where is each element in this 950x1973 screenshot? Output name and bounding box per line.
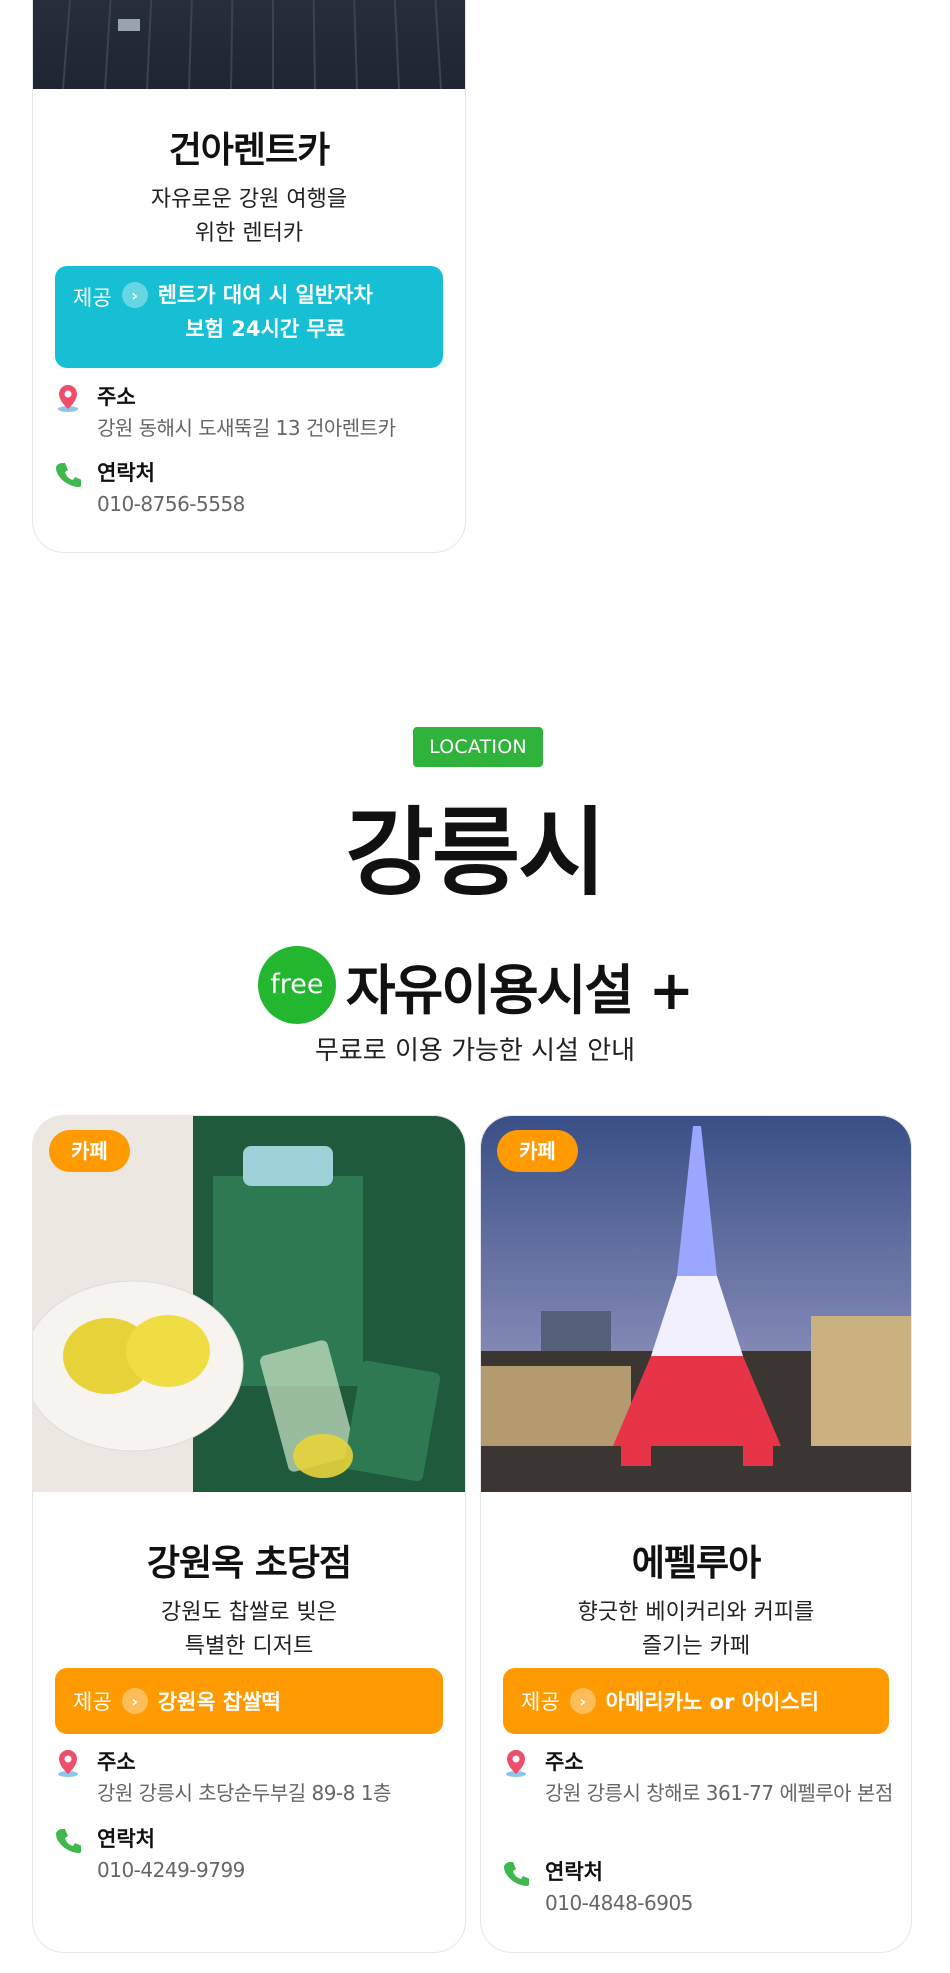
location-pin-icon [58,385,78,412]
card-description: 향긋한 베이커리와 커피를 즐기는 카페 [546,1596,846,1664]
offer-label: 제공 [73,1690,112,1714]
phone-value[interactable]: 010-4249-9799 [97,1855,447,1886]
card-title: 강원옥 초당점 [146,1543,352,1584]
card-photo [33,1116,465,1492]
section-subtitle: 무료로 이용 가능한 시설 안내 [314,1036,636,1066]
offer-text: 강원옥 찹쌀떡 [157,1690,281,1714]
roof-image [62,0,442,89]
address-row: 주소 강원 동해시 도새뚝길 13 건아렌트카 [55,381,447,451]
card-title: 에펠루아 [631,1543,761,1584]
address-label: 주소 [97,1750,136,1774]
card-photo [481,1116,911,1492]
address-value: 강원 강릉시 창해로 361-77 에펠루아 본점 [545,1781,893,1805]
card-description: 자유로운 강원 여행을 위한 렌터카 [99,183,399,251]
phone-label: 연락처 [545,1860,603,1884]
phone-row: 연락처 010-8756-5558 [55,457,447,527]
address-label: 주소 [545,1750,584,1774]
chevron-right-icon: › [121,1688,148,1714]
location-pin-icon [58,1750,78,1777]
free-badge: free [257,946,336,1024]
eiffel-tower-image [481,1116,911,1492]
rice-cake-image [33,1116,465,1492]
category-badge: 카페 [49,1130,130,1172]
category-badge: 카페 [497,1130,578,1172]
offer-line-1: 렌트가 대여 시 일반자차 [157,283,373,307]
free-facility-heading: free 자유이용시설 + [0,945,950,1025]
offer-box: 제공 › 렌트가 대여 시 일반자차 보험 24시간 무료 [55,266,443,368]
phone-label: 연락처 [97,1827,155,1851]
address-value: 강원 강릉시 초당순두부길 89-8 1층 [97,1781,391,1805]
offer-label: 제공 [521,1690,560,1714]
address-value: 강원 동해시 도새뚝길 13 건아렌트카 [97,416,396,440]
desc-line-1: 향긋한 베이커리와 커피를 [577,1600,815,1625]
facility-card-rentcar[interactable]: 건아렌트카 자유로운 강원 여행을 위한 렌터카 제공 › 렌트가 대여 시 일… [32,0,466,553]
offer-box: 제공 › 강원옥 찹쌀떡 [55,1668,443,1734]
desc-line-1: 강원도 찹쌀로 빚은 [161,1600,337,1625]
phone-value[interactable]: 010-8756-5558 [97,489,447,520]
card-description: 강원도 찹쌀로 빚은 특별한 디저트 [99,1596,399,1664]
phone-value[interactable]: 010-4848-6905 [545,1888,893,1919]
chevron-right-icon: › [569,1688,596,1714]
desc-line-1: 자유로운 강원 여행을 [150,187,348,212]
section-title: 자유이용시설 + [345,958,694,1022]
phone-icon [56,463,81,487]
desc-line-2: 특별한 디저트 [184,1634,314,1659]
facility-card-gangwonok[interactable]: 카페 강원옥 초당점 강원도 찹쌀로 빚은 특별한 디저트 제공 › 강원옥 찹… [32,1115,466,1953]
card-title: 건아렌트카 [168,130,331,171]
city-title: 강릉시 [345,797,607,909]
desc-line-2: 즐기는 카페 [641,1634,751,1659]
address-row: 주소 강원 강릉시 초당순두부길 89-8 1층 [55,1746,447,1816]
phone-icon [56,1829,81,1853]
phone-label: 연락처 [97,461,155,485]
offer-line-2: 보험 24시간 무료 [185,317,346,341]
offer-box: 제공 › 아메리카노 or 아이스티 [503,1668,889,1734]
phone-row: 연락처 010-4848-6905 [503,1856,893,1926]
offer-text: 아메리카노 or 아이스티 [605,1690,819,1714]
location-pin-icon [506,1750,526,1777]
location-tag: LOCATION [413,727,543,767]
card-photo [33,0,465,89]
facility-card-eiffel[interactable]: 카페 에펠루아 향긋한 베이커리와 커피를 즐기는 카페 제공 › 아메리카노 … [480,1115,912,1953]
phone-icon [504,1862,529,1886]
address-row: 주소 강원 강릉시 창해로 361-77 에펠루아 본점 [503,1746,893,1846]
chevron-right-icon: › [121,282,148,308]
offer-text: 렌트가 대여 시 일반자차 보험 24시간 무료 [158,278,373,346]
desc-line-2: 위한 렌터카 [194,221,304,246]
offer-label: 제공 [73,286,112,310]
phone-row: 연락처 010-4249-9799 [55,1823,447,1893]
address-label: 주소 [97,385,136,409]
